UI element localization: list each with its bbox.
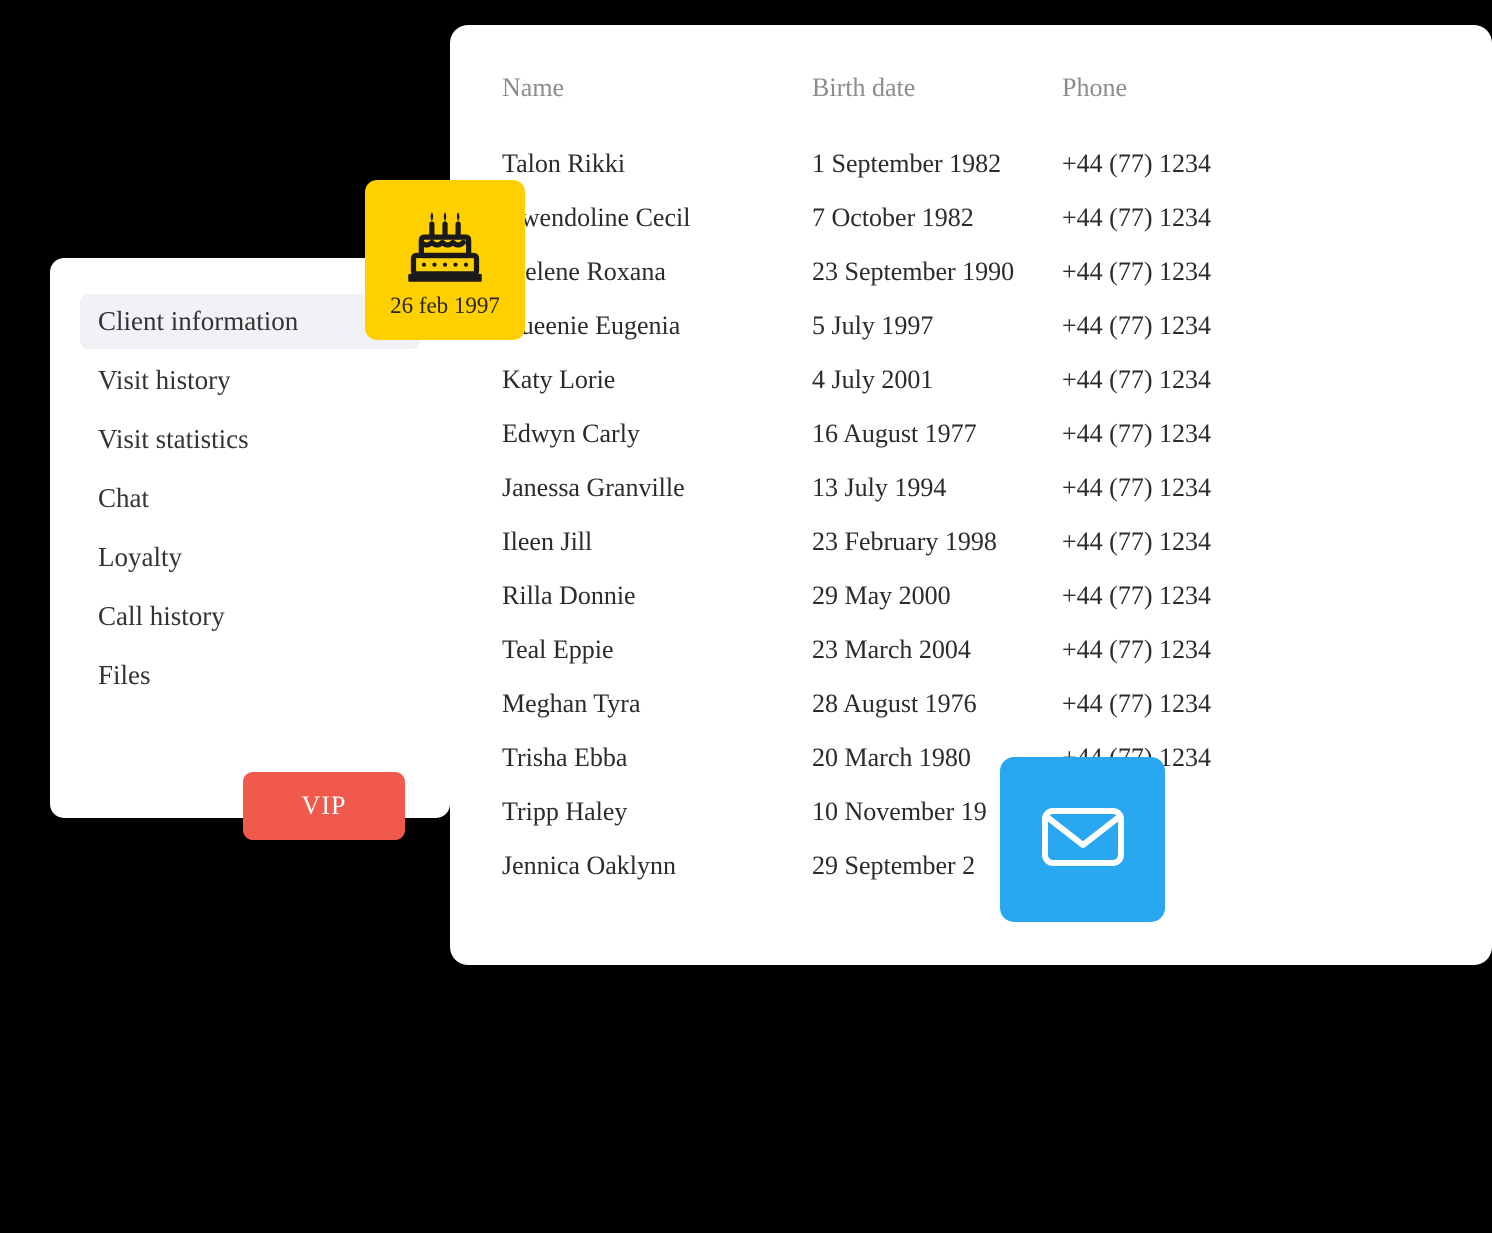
cell-phone: +44 (77) 1234 (1062, 473, 1262, 503)
cell-phone: +44 (77) 1234 (1062, 365, 1262, 395)
table-row[interactable]: Katy Lorie4 July 2001+44 (77) 1234 (502, 353, 1440, 407)
cell-name: Meghan Tyra (502, 689, 812, 719)
cell-name: Talon Rikki (502, 149, 812, 179)
sidebar-item-chat[interactable]: Chat (80, 471, 420, 526)
table-header: Name Birth date Phone (502, 73, 1440, 103)
cell-birth: 1 September 1982 (812, 149, 1062, 179)
header-phone[interactable]: Phone (1062, 73, 1262, 103)
table-row[interactable]: Tripp Haley10 November 191234 (502, 785, 1440, 839)
cell-birth: 23 September 1990 (812, 257, 1062, 287)
sidebar-item-visit-statistics[interactable]: Visit statistics (80, 412, 420, 467)
cell-phone: +44 (77) 1234 (1062, 635, 1262, 665)
birthday-cake-icon (403, 203, 487, 287)
table-row[interactable]: Janessa Granville13 July 1994+44 (77) 12… (502, 461, 1440, 515)
table-row[interactable]: Joelene Roxana23 September 1990+44 (77) … (502, 245, 1440, 299)
cell-name: Rilla Donnie (502, 581, 812, 611)
cell-birth: 16 August 1977 (812, 419, 1062, 449)
cell-birth: 23 February 1998 (812, 527, 1062, 557)
table-row[interactable]: Trisha Ebba20 March 1980+44 (77) 1234 (502, 731, 1440, 785)
table-row[interactable]: Teal Eppie23 March 2004+44 (77) 1234 (502, 623, 1440, 677)
table-row[interactable]: Edwyn Carly16 August 1977+44 (77) 1234 (502, 407, 1440, 461)
cell-birth: 7 October 1982 (812, 203, 1062, 233)
cell-name: Gwendoline Cecil (502, 203, 812, 233)
cell-phone: +44 (77) 1234 (1062, 257, 1262, 287)
vip-badge[interactable]: VIP (243, 772, 405, 840)
birthday-date: 26 feb 1997 (390, 293, 500, 319)
cell-phone: +44 (77) 1234 (1062, 527, 1262, 557)
vip-label: VIP (302, 791, 347, 821)
cell-birth: 29 May 2000 (812, 581, 1062, 611)
cell-name: Queenie Eugenia (502, 311, 812, 341)
cell-phone: +44 (77) 1234 (1062, 419, 1262, 449)
cell-phone: +44 (77) 1234 (1062, 149, 1262, 179)
client-sidebar: Client informationVisit historyVisit sta… (50, 258, 450, 818)
table-row[interactable]: Jennica Oaklynn29 September 21234 (502, 839, 1440, 893)
cell-phone: +44 (77) 1234 (1062, 581, 1262, 611)
cell-phone: +44 (77) 1234 (1062, 203, 1262, 233)
sidebar-item-files[interactable]: Files (80, 648, 420, 703)
cell-birth: 28 August 1976 (812, 689, 1062, 719)
table-row[interactable]: Talon Rikki1 September 1982+44 (77) 1234 (502, 137, 1440, 191)
cell-birth: 23 March 2004 (812, 635, 1062, 665)
cell-birth: 5 July 1997 (812, 311, 1062, 341)
cell-birth: 4 July 2001 (812, 365, 1062, 395)
table-row[interactable]: Queenie Eugenia5 July 1997+44 (77) 1234 (502, 299, 1440, 353)
sidebar-item-visit-history[interactable]: Visit history (80, 353, 420, 408)
cell-name: Janessa Granville (502, 473, 812, 503)
sidebar-item-loyalty[interactable]: Loyalty (80, 530, 420, 585)
sidebar-item-call-history[interactable]: Call history (80, 589, 420, 644)
table-row[interactable]: Rilla Donnie29 May 2000+44 (77) 1234 (502, 569, 1440, 623)
cell-name: Tripp Haley (502, 797, 812, 827)
cell-name: Teal Eppie (502, 635, 812, 665)
cell-name: Trisha Ebba (502, 743, 812, 773)
cell-name: Joelene Roxana (502, 257, 812, 287)
cell-birth: 13 July 1994 (812, 473, 1062, 503)
table-row[interactable]: Gwendoline Cecil7 October 1982+44 (77) 1… (502, 191, 1440, 245)
table-row[interactable]: Ileen Jill23 February 1998+44 (77) 1234 (502, 515, 1440, 569)
table-body: Talon Rikki1 September 1982+44 (77) 1234… (502, 137, 1440, 893)
cell-phone: +44 (77) 1234 (1062, 311, 1262, 341)
header-birth[interactable]: Birth date (812, 73, 1062, 103)
cell-name: Katy Lorie (502, 365, 812, 395)
mail-icon (1041, 805, 1125, 874)
table-row[interactable]: Meghan Tyra28 August 1976+44 (77) 1234 (502, 677, 1440, 731)
birthday-badge[interactable]: 26 feb 1997 (365, 180, 525, 340)
clients-table-card: Name Birth date Phone Talon Rikki1 Septe… (450, 25, 1492, 965)
header-name[interactable]: Name (502, 73, 812, 103)
cell-name: Jennica Oaklynn (502, 851, 812, 881)
cell-name: Edwyn Carly (502, 419, 812, 449)
cell-phone: +44 (77) 1234 (1062, 689, 1262, 719)
cell-name: Ileen Jill (502, 527, 812, 557)
mail-button[interactable] (1000, 757, 1165, 922)
